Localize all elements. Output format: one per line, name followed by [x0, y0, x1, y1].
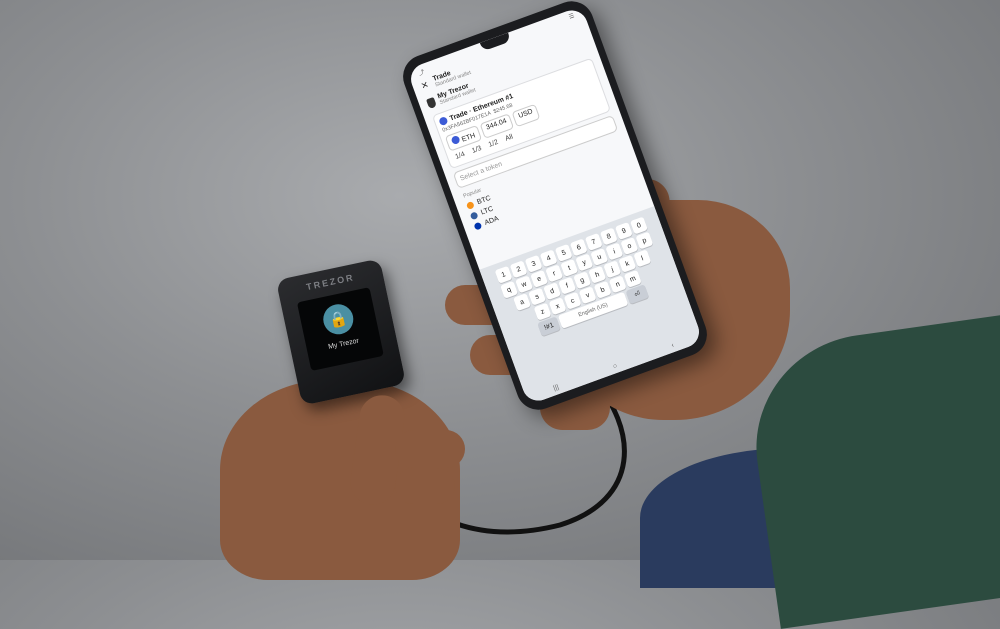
- recents-icon[interactable]: |||: [552, 384, 560, 392]
- trezor-screen-label: My Trezor: [327, 337, 360, 351]
- trezor-screen[interactable]: 🔒 My Trezor: [296, 287, 384, 371]
- from-coin-label: ETH: [460, 132, 477, 144]
- close-icon[interactable]: ✕: [420, 79, 431, 92]
- litecoin-icon: [469, 211, 479, 221]
- left-finger: [395, 468, 455, 504]
- lock-icon: 🔒: [320, 301, 357, 338]
- percent-option[interactable]: 1/2: [485, 137, 503, 151]
- percent-option[interactable]: 1/3: [468, 143, 486, 157]
- left-finger: [395, 430, 465, 468]
- bitcoin-icon: [465, 200, 475, 210]
- menu-icon[interactable]: ☰: [568, 12, 576, 23]
- wallet-icon: [425, 96, 437, 109]
- back-icon[interactable]: ‹: [671, 342, 676, 349]
- photo-scene: ⤴ ☰ ✕ Trade Standard wallet My Trezor St…: [0, 0, 1000, 629]
- percent-option[interactable]: 1/4: [451, 149, 469, 163]
- percent-option[interactable]: All: [501, 132, 517, 145]
- ethereum-icon: [438, 115, 449, 127]
- token-option-label: ADA: [483, 215, 500, 227]
- ethereum-icon: [450, 134, 461, 146]
- cardano-icon: [473, 221, 483, 231]
- home-icon[interactable]: ○: [612, 363, 618, 371]
- share-icon[interactable]: ⤴: [417, 67, 426, 78]
